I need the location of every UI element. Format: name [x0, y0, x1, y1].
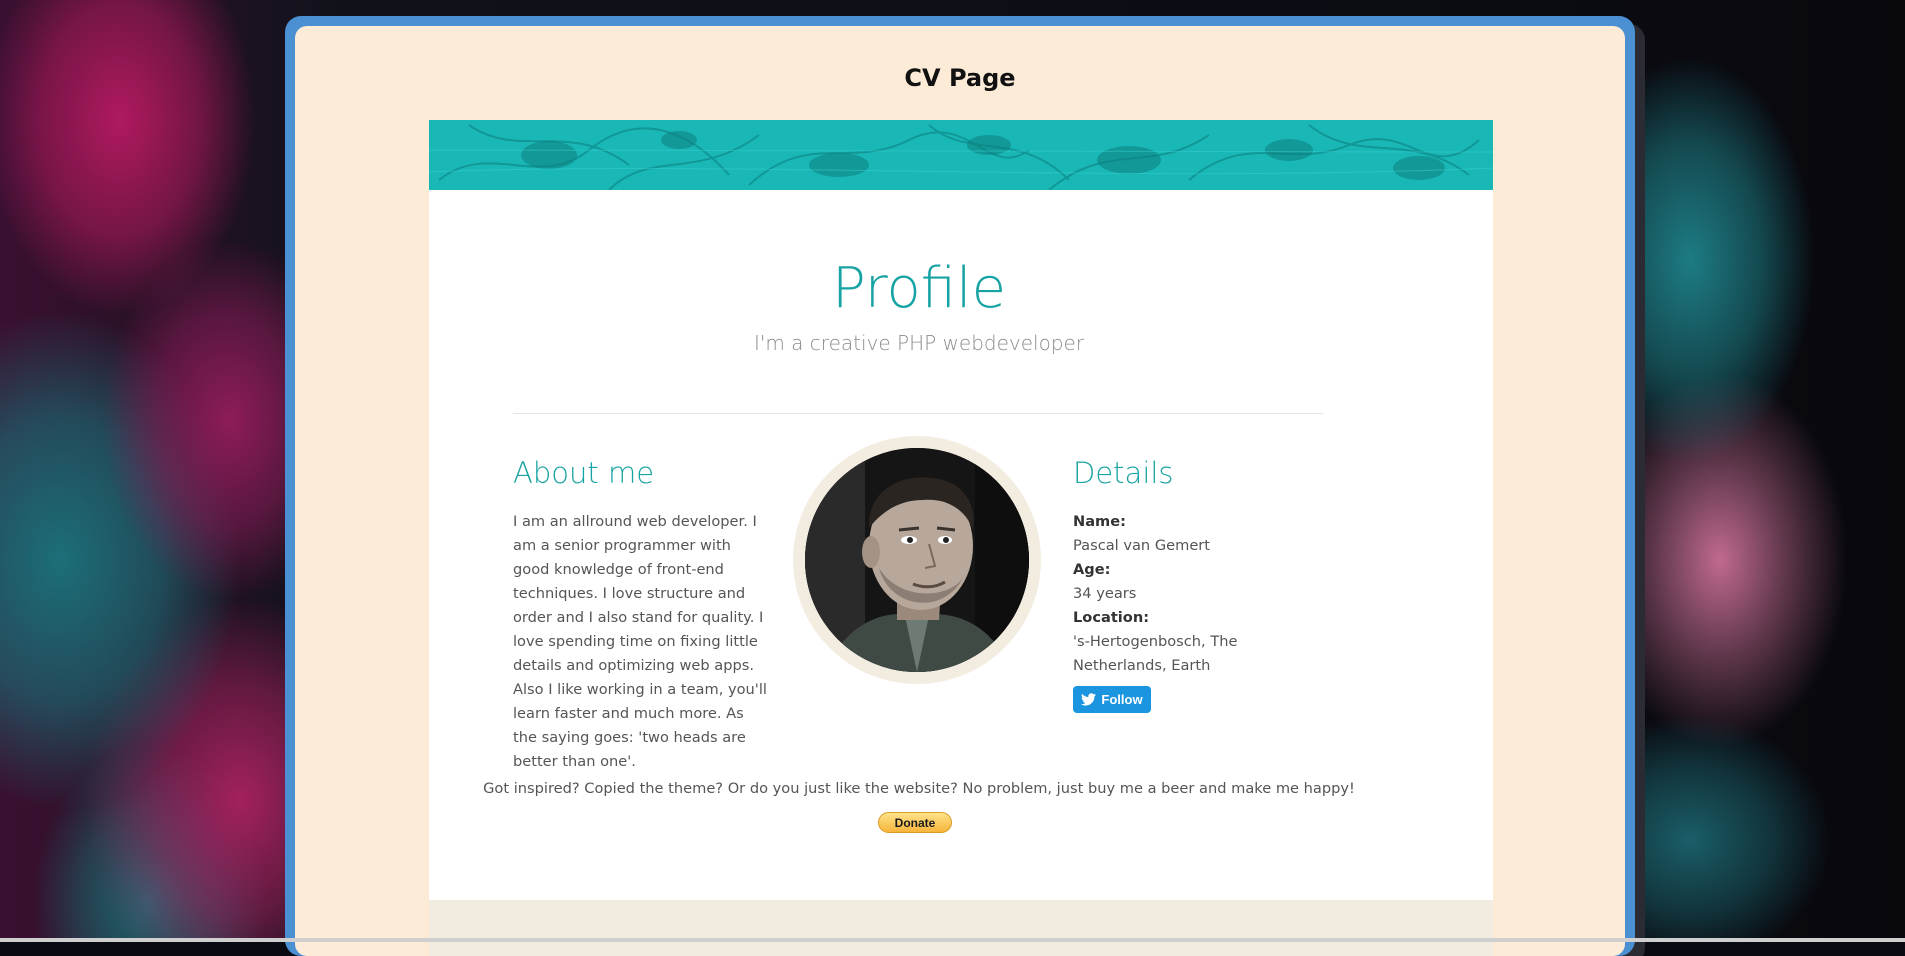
name-value: Pascal van Gemert [1073, 537, 1211, 554]
age-value: 34 years [1073, 585, 1137, 602]
twitter-follow-button[interactable]: Follow [1073, 686, 1151, 713]
avatar [805, 448, 1029, 672]
header-banner [429, 120, 1493, 190]
location-label: Location: [1073, 609, 1150, 626]
donate-button[interactable]: Donate [878, 812, 952, 833]
banner-pattern [429, 120, 1493, 190]
details-heading: Details [1073, 456, 1174, 490]
name-label: Name: [1073, 513, 1127, 530]
browser-window-frame: CV Page Profile I'm a creative PHP webde… [285, 16, 1635, 956]
twitter-bird-icon [1081, 693, 1097, 706]
cv-card: Profile I'm a creative PHP webdeveloper … [429, 120, 1493, 956]
avatar-photo [805, 448, 1029, 672]
page-title: CV Page [904, 64, 1016, 92]
page-container: CV Page Profile I'm a creative PHP webde… [295, 26, 1625, 956]
section-divider [513, 413, 1323, 414]
profile-heading: Profile [831, 256, 1007, 321]
follow-label: Follow [1101, 692, 1143, 707]
about-text: I am an allround web developer. I am a s… [513, 513, 767, 770]
avatar-frame [793, 436, 1041, 684]
age-label: Age: [1073, 561, 1111, 578]
location-value: 's-Hertogenbosch, The Netherlands, Earth [1073, 633, 1238, 674]
profile-tagline: I'm a creative PHP webdeveloper [753, 331, 1085, 355]
about-heading: About me [513, 456, 655, 490]
footer-band [429, 900, 1493, 956]
bottom-strip [0, 938, 1905, 942]
details-list: Name: Pascal van Gemert Age: 34 years Lo… [1073, 510, 1333, 678]
support-message: Got inspired? Copied the theme? Or do yo… [483, 780, 1355, 797]
